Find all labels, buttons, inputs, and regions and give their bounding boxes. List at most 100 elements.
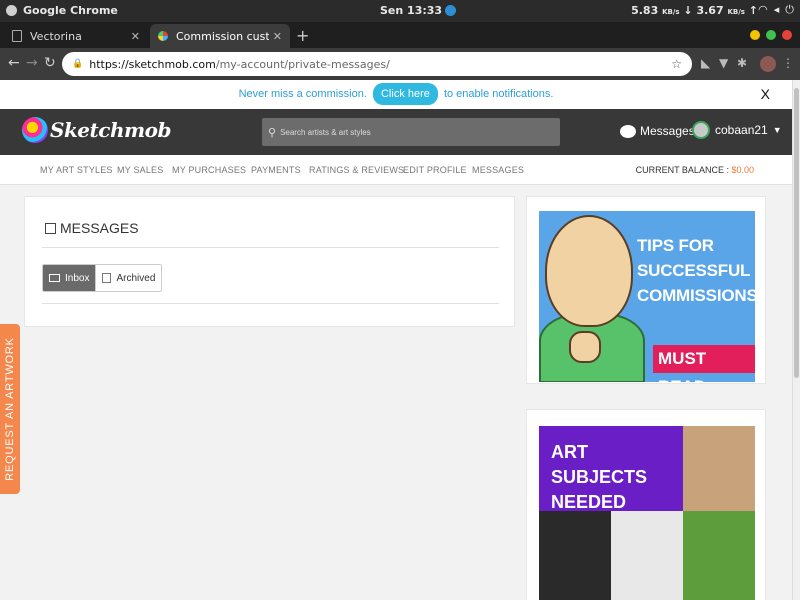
request-artwork-tab[interactable]: REQUEST AN ARTWORK: [0, 324, 20, 494]
enable-notifications-button[interactable]: Click here: [372, 83, 438, 105]
subject-photo-dog: [683, 511, 755, 600]
search-input[interactable]: ⚲ Search artists & art styles: [262, 118, 560, 146]
subnav-my-sales[interactable]: MY SALES: [117, 165, 163, 175]
extension-icon[interactable]: ◣: [701, 56, 710, 70]
art-subjects-banner: ART SUBJECTS NEEDED: [539, 426, 683, 512]
header-messages-link[interactable]: Messages: [620, 124, 695, 138]
browser-tab-vectorina[interactable]: Vectorina ✕: [4, 24, 148, 48]
messages-label: Messages: [640, 124, 695, 138]
os-clock-text: Sen 13:33: [380, 4, 443, 17]
wifi-icon[interactable]: ◠: [758, 3, 768, 17]
subnav-edit-profile[interactable]: EDIT PROFILE: [403, 165, 467, 175]
download-arrow-icon: ↓: [683, 4, 693, 17]
balance-label: CURRENT BALANCE :: [635, 165, 729, 175]
site-header: Sketchmob ⚲ Search artists & art styles …: [0, 109, 792, 155]
menu-kebab-icon[interactable]: ⋮: [782, 56, 794, 70]
vectorina-extension-icon[interactable]: ▼: [719, 56, 728, 70]
browser-tab-sketchmob[interactable]: Commission custom art, g ✕: [150, 24, 290, 48]
network-speed: 5.83 KB/s ↓ 3.67 KB/s ↑: [631, 4, 758, 17]
envelope-icon: [45, 222, 56, 234]
subnav-ratings-reviews[interactable]: RATINGS & REVIEWS: [309, 165, 404, 175]
window-controls: [750, 30, 792, 40]
inbox-tab[interactable]: Inbox: [43, 265, 96, 291]
subjects-line-1: ART SUBJECTS: [551, 442, 648, 487]
browser-tab-bar: Vectorina ✕ Commission custom art, g ✕ +: [0, 22, 800, 48]
net-up: 3.67: [696, 4, 724, 17]
subnav-my-art-styles[interactable]: MY ART STYLES: [40, 165, 113, 175]
reload-icon[interactable]: ↻: [44, 55, 56, 71]
maximize-button[interactable]: [766, 30, 776, 40]
os-top-bar: Google Chrome Sen 13:33 5.83 KB/s ↓ 3.67…: [0, 0, 800, 22]
mail-icon: [49, 274, 60, 282]
os-app-menu[interactable]: Google Chrome: [6, 4, 118, 17]
chevron-down-icon: ▼: [772, 125, 782, 135]
profile-avatar-icon[interactable]: [760, 56, 776, 72]
net-down: 5.83: [631, 4, 659, 17]
page-scrollbar[interactable]: [792, 80, 800, 600]
close-tab-icon[interactable]: ✕: [131, 30, 140, 43]
url-host: https://sketchmob.com: [89, 57, 216, 71]
username: cobaan21: [715, 123, 768, 137]
tab-title: Commission custom art, g: [176, 29, 269, 43]
search-icon: ⚲: [268, 126, 277, 139]
forward-arrow-icon[interactable]: →: [26, 55, 38, 71]
os-clock[interactable]: Sen 13:33: [380, 4, 457, 17]
tips-ad-card: TIPS FOR SUCCESSFUL COMMISSIONS MUST REA…: [526, 196, 766, 384]
minimize-button[interactable]: [750, 30, 760, 40]
archive-icon: [102, 273, 112, 283]
inbox-label: Inbox: [65, 272, 90, 284]
close-tab-icon[interactable]: ✕: [273, 30, 282, 43]
url-path: /my-account/private-messages/: [215, 57, 390, 71]
art-subjects-ad-card[interactable]: ART SUBJECTS NEEDED: [526, 409, 766, 600]
subnav-messages[interactable]: MESSAGES: [472, 165, 524, 175]
web-page: Never miss a commission. Click here to e…: [0, 80, 792, 600]
archived-tab[interactable]: Archived: [95, 265, 162, 291]
power-icon[interactable]: ⏻: [785, 3, 794, 17]
tips-line-3: COMMISSIONS: [637, 286, 755, 305]
request-artwork-label: REQUEST AN ARTWORK: [4, 337, 16, 481]
tips-line-1: TIPS FOR: [637, 236, 714, 255]
archived-label: Archived: [116, 272, 156, 284]
page-title: MESSAGES: [45, 220, 139, 236]
user-menu[interactable]: cobaan21 ▼: [692, 121, 782, 139]
balance-value: $0.00: [731, 165, 754, 175]
tips-ad-banner[interactable]: TIPS FOR SUCCESSFUL COMMISSIONS MUST REA…: [539, 211, 755, 382]
tips-heading: TIPS FOR SUCCESSFUL COMMISSIONS: [637, 233, 755, 308]
user-avatar: [692, 121, 710, 139]
divider: [42, 303, 499, 304]
sketchmob-logo[interactable]: Sketchmob: [22, 117, 171, 143]
subject-photo-child-sketch: [611, 511, 683, 600]
volume-icon[interactable]: ◂: [774, 3, 780, 17]
close-window-button[interactable]: [782, 30, 792, 40]
browser-toolbar: ← → ↻ 🔒 https://sketchmob.com/my-account…: [0, 48, 800, 80]
logo-text: Sketchmob: [50, 118, 171, 142]
os-app-name: Google Chrome: [23, 4, 118, 17]
subnav-payments[interactable]: PAYMENTS: [251, 165, 301, 175]
bug-extension-icon[interactable]: ✱: [737, 56, 747, 70]
back-arrow-icon[interactable]: ←: [8, 55, 20, 71]
subnav-my-purchases[interactable]: MY PURCHASES: [172, 165, 246, 175]
chat-bubble-icon: [620, 124, 636, 138]
subject-photo-baseball-player: [683, 426, 755, 511]
bookmark-star-icon[interactable]: ☆: [671, 57, 682, 71]
upload-arrow-icon: ↑: [748, 4, 758, 17]
messages-title: MESSAGES: [60, 220, 139, 236]
divider: [42, 247, 499, 248]
baby-face-illustration: [545, 215, 633, 327]
messages-panel: MESSAGES Inbox Archived: [24, 196, 515, 327]
scrollbar-thumb[interactable]: [794, 88, 799, 378]
app-icon: [6, 5, 17, 16]
close-banner-icon[interactable]: X: [761, 80, 770, 109]
notif-suffix: to enable notifications.: [443, 88, 554, 100]
net-up-unit: KB/s: [727, 8, 745, 16]
lock-icon: 🔒: [72, 59, 84, 69]
tips-line-2: SUCCESSFUL: [637, 261, 751, 280]
paint-splat-icon: [22, 117, 48, 143]
new-tab-icon[interactable]: +: [296, 26, 309, 45]
must-read-badge: MUST READ: [653, 345, 755, 382]
subject-photo-couple: [539, 511, 611, 600]
search-placeholder: Search artists & art styles: [280, 127, 371, 137]
chrome-status-icon: [445, 5, 457, 16]
address-bar[interactable]: 🔒 https://sketchmob.com/my-account/priva…: [62, 52, 692, 76]
tab-title: Vectorina: [30, 29, 82, 43]
